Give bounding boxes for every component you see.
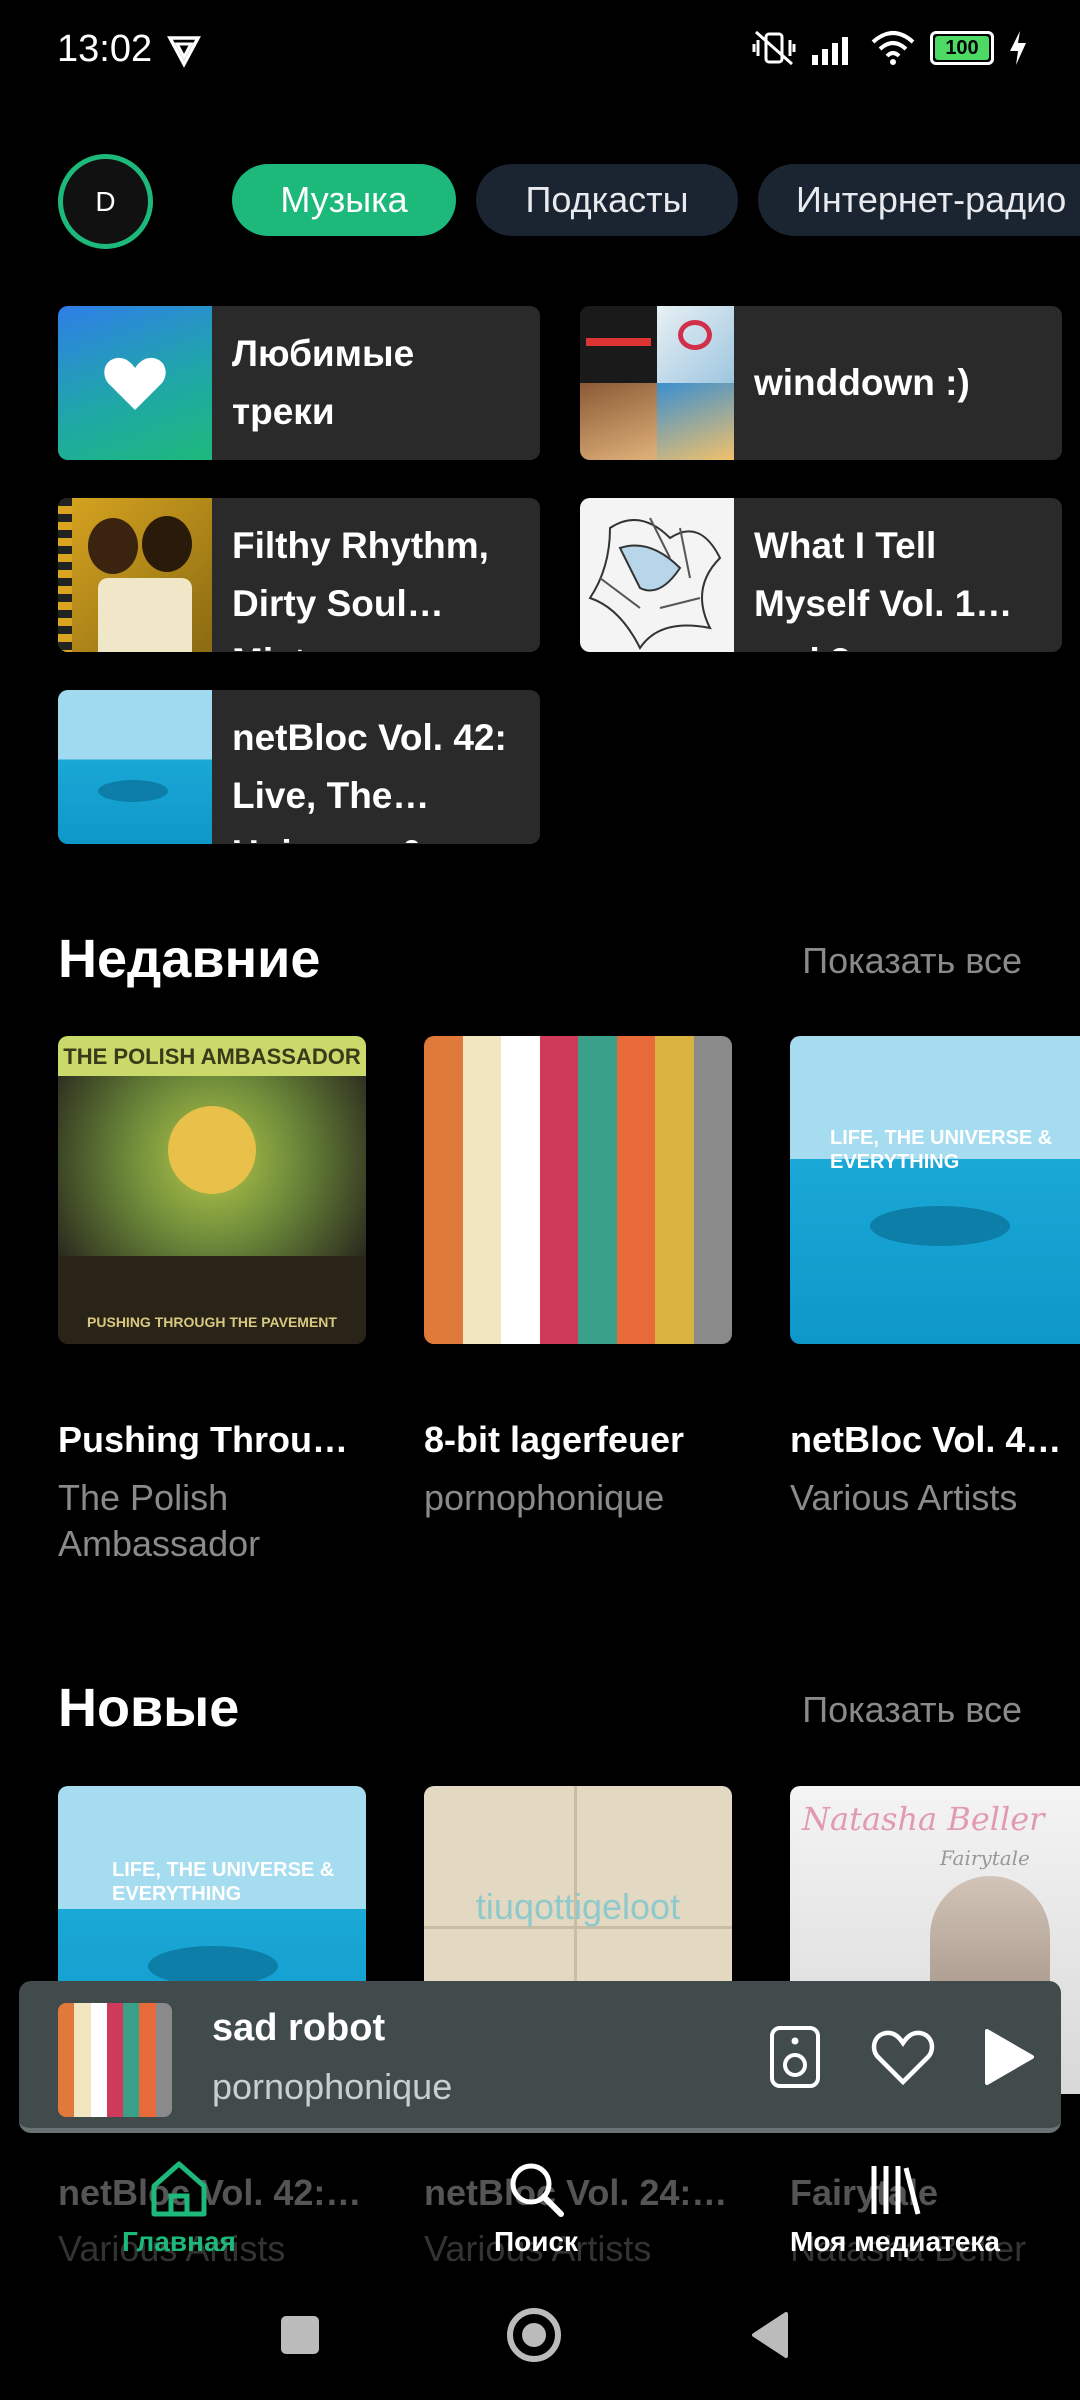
- chip-radio-label: Интернет-радио: [796, 179, 1067, 220]
- quick-item-title: What I Tell Myself Vol. 1 and 2: [754, 525, 976, 651]
- vibrate-off-icon: [752, 30, 796, 66]
- like-button[interactable]: [865, 2019, 941, 2095]
- status-bar: 13:02 100: [0, 0, 1080, 100]
- profile-avatar[interactable]: D: [58, 154, 153, 249]
- nav-home-label: Главная: [122, 2226, 236, 2257]
- chip-radio[interactable]: Интернет-радио: [758, 164, 1080, 236]
- play-icon: [985, 2029, 1034, 2085]
- winddown-cover: [580, 306, 734, 460]
- quick-item-filthy-rhythm[interactable]: Filthy Rhythm, Dirty Soul Mixtape: [58, 498, 540, 652]
- favorites-cover: [58, 306, 212, 460]
- album-card[interactable]: THE POLISH AMBASSADOR PUSHING THROUGH TH…: [58, 1036, 366, 1567]
- chip-music[interactable]: Музыка: [232, 164, 456, 236]
- section-new-title: Новые: [58, 1678, 240, 1738]
- signal-icon: [812, 37, 848, 65]
- output-device-button[interactable]: [757, 2019, 833, 2095]
- home-icon: [151, 2161, 207, 2217]
- album-title: netBloc Vol. 42: Live, The Universe & Ev…: [790, 1419, 1080, 1460]
- recent-show-all-link[interactable]: Показать все: [802, 940, 1022, 982]
- home-system-button[interactable]: [507, 2308, 561, 2362]
- album-artist: The Polish Ambassador: [58, 1477, 261, 1564]
- chip-podcasts[interactable]: Подкасты: [476, 164, 738, 236]
- player-track-title: sad robot: [212, 2007, 386, 2049]
- quick-item-what-i-tell-myself[interactable]: What I Tell Myself Vol. 1 and 2: [580, 498, 1062, 652]
- album-art-text: LIFE, THE UNIVERSE & EVERYTHING: [112, 1859, 335, 1905]
- status-time: 13:02: [57, 28, 153, 70]
- quick-item-favorites[interactable]: Любимые треки: [58, 306, 540, 460]
- album-title: 8-bit lagerfeuer: [424, 1419, 685, 1460]
- battery-icon: 100: [930, 31, 994, 65]
- section-recent-title: Недавние: [58, 929, 321, 989]
- nav-search[interactable]: Поиск: [494, 2158, 578, 2258]
- heart-outline-icon: [871, 2030, 935, 2086]
- play-button[interactable]: [971, 2019, 1047, 2095]
- nav-search-label: Поиск: [494, 2226, 579, 2257]
- system-navigation: [0, 2280, 1080, 2400]
- battery-level: 100: [945, 36, 979, 59]
- sketch-art-icon: [588, 517, 722, 650]
- vpn-icon: [167, 36, 201, 68]
- wifi-icon: [871, 31, 915, 65]
- nav-library[interactable]: Моя медиатека: [790, 2158, 1000, 2258]
- player-cover: [58, 2003, 172, 2117]
- album-artist: pornophonique: [424, 1477, 665, 1518]
- album-art-text: Natasha Beller: [802, 1800, 1045, 1838]
- netbloc-42-cover: [58, 690, 212, 844]
- chip-music-label: Музыка: [280, 179, 408, 220]
- speaker-icon: [770, 2026, 820, 2088]
- quick-item-title: winddown :): [754, 362, 970, 403]
- quick-item-title: netBloc Vol. 42: Live, The Universe & Ev…: [232, 717, 507, 843]
- bottom-navigation: Главная Поиск Моя медиатека: [0, 2140, 1080, 2280]
- quick-item-title: Filthy Rhythm, Dirty Soul Mixtape: [232, 525, 489, 651]
- charging-icon: [1010, 31, 1026, 65]
- back-icon[interactable]: [748, 2310, 790, 2360]
- album-art-netbloc-42: LIFE, THE UNIVERSE & EVERYTHING: [790, 1036, 1080, 1344]
- album-art-8bit-lagerfeuer: [424, 1036, 732, 1344]
- avatar-initial: D: [95, 185, 116, 217]
- album-art-subtext: PUSHING THROUGH THE PAVEMENT: [87, 1314, 337, 1330]
- album-card[interactable]: LIFE, THE UNIVERSE & EVERYTHING netBloc …: [790, 1036, 1080, 1521]
- quick-item-title: Любимые треки: [232, 333, 415, 432]
- mini-player[interactable]: sad robot pornophonique: [19, 1981, 1061, 2133]
- new-show-all-link[interactable]: Показать все: [802, 1689, 1022, 1731]
- album-art-text: LIFE, THE UNIVERSE & EVERYTHING: [830, 1127, 1053, 1173]
- nav-home[interactable]: Главная: [122, 2158, 236, 2258]
- recents-button[interactable]: [281, 2316, 319, 2354]
- search-icon: [510, 2163, 565, 2217]
- album-artist: Various Artists: [790, 1477, 1018, 1518]
- filthy-rhythm-cover: [58, 498, 212, 652]
- album-title: Pushing Through The Pavement: [58, 1419, 366, 1460]
- quick-item-netbloc-42[interactable]: netBloc Vol. 42: Live, The Universe & Ev…: [58, 690, 540, 844]
- album-art-text: THE POLISH AMBASSADOR: [63, 1044, 361, 1069]
- album-art-text: tiuqottigeloot: [475, 1886, 681, 1927]
- what-i-tell-myself-cover: [580, 498, 734, 652]
- album-art-polish-ambassador: THE POLISH AMBASSADOR PUSHING THROUGH TH…: [58, 1036, 366, 1344]
- library-icon: [871, 2166, 921, 2215]
- nav-library-label: Моя медиатека: [790, 2226, 1000, 2257]
- chip-podcasts-label: Подкасты: [525, 179, 689, 220]
- album-card[interactable]: 8-bit lagerfeuer pornophonique: [424, 1036, 732, 1521]
- album-art-subtext: Fairytale: [940, 1846, 1030, 1870]
- player-track-artist: pornophonique: [212, 2066, 453, 2107]
- quick-item-winddown[interactable]: winddown :): [580, 306, 1062, 460]
- heart-icon: [104, 357, 166, 410]
